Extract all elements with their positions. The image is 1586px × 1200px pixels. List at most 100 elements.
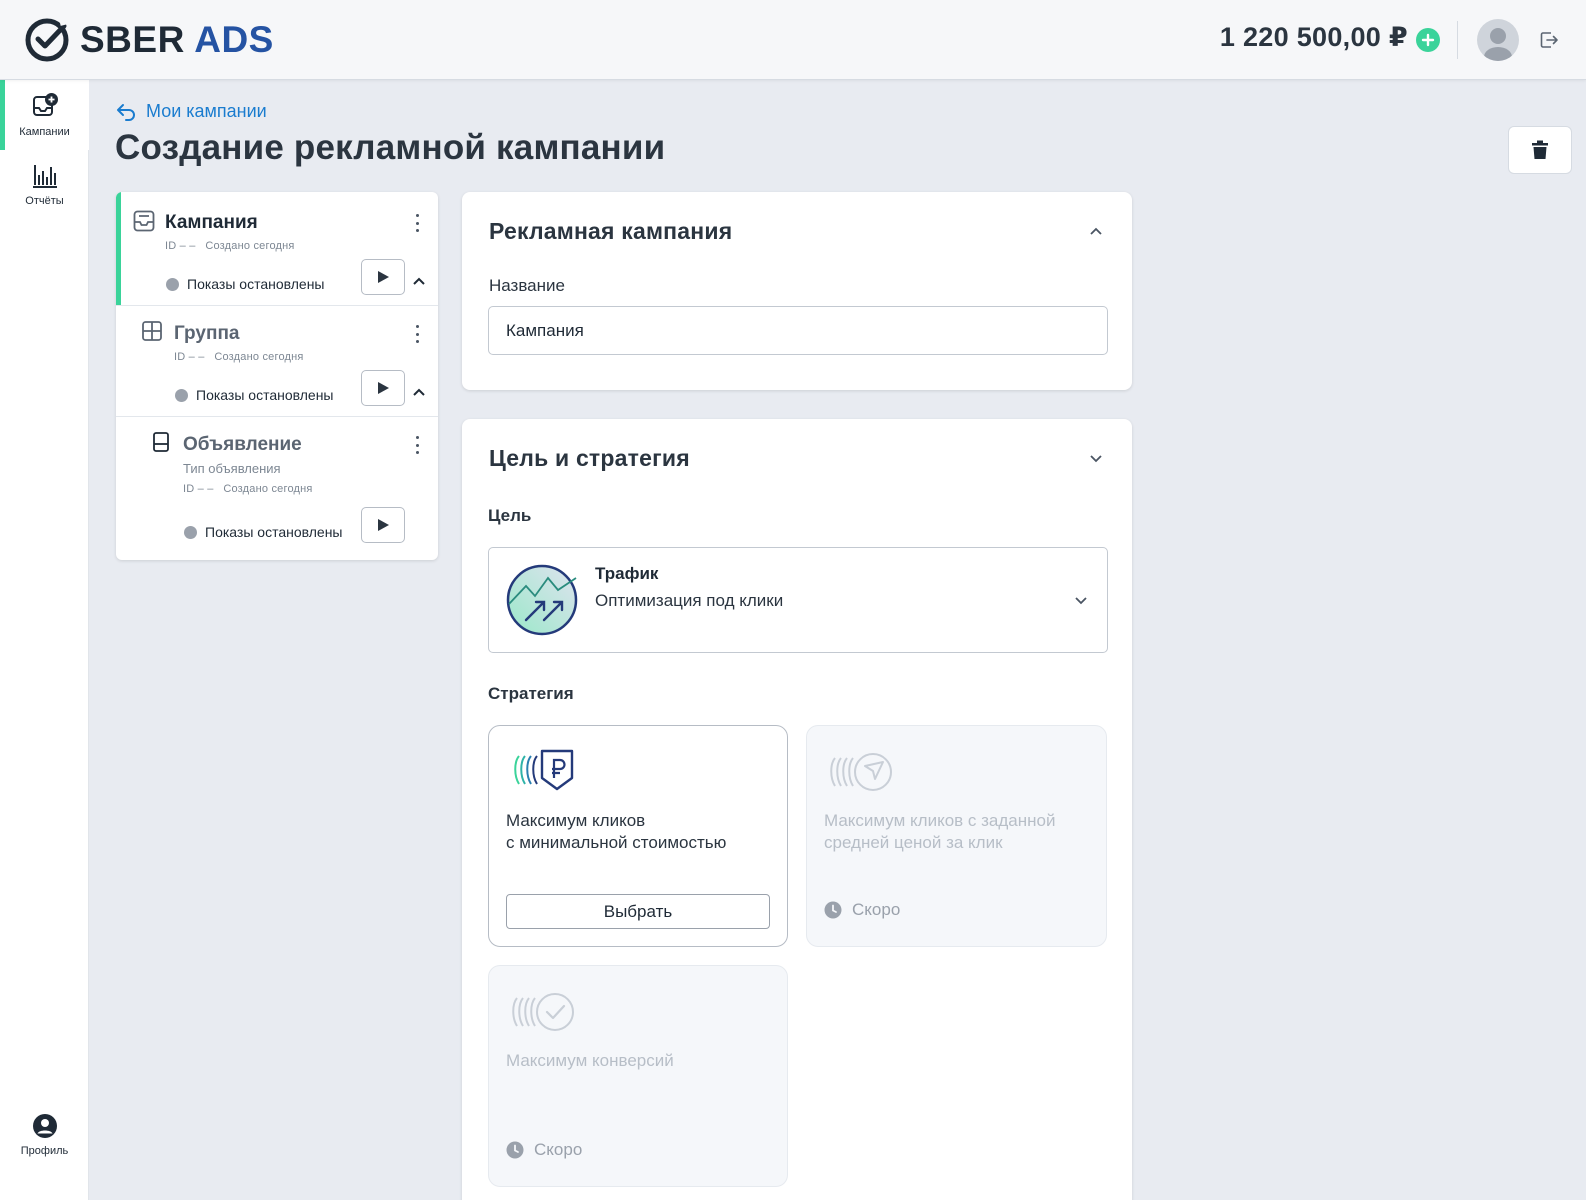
breadcrumb-label: Мои кампании — [146, 101, 267, 121]
back-arrow-icon — [117, 103, 135, 121]
campaigns-add-icon — [32, 93, 58, 116]
campaign-id-value: ID – – — [165, 240, 196, 252]
profile-icon — [32, 1114, 57, 1138]
play-icon — [378, 271, 389, 283]
tree-node-group-status: Показы остановлены — [175, 387, 334, 403]
ad-created: Создано сегодня — [223, 483, 313, 495]
breadcrumb-back-link[interactable]: Мои кампании — [116, 101, 267, 122]
delete-button[interactable] — [1508, 126, 1572, 174]
tree-node-group-play-button[interactable] — [361, 370, 405, 406]
tree-node-campaign-title: Кампания — [165, 212, 258, 233]
goal-title: Трафик — [595, 564, 659, 583]
strategy-max-conversions-text: Максимум конверсий — [506, 1051, 674, 1070]
logout-icon — [1540, 32, 1558, 48]
tree-node-ad-status: Показы остановлены — [184, 524, 343, 540]
name-field-label: Название — [489, 276, 565, 295]
logo-text-sber: SBER — [80, 19, 185, 60]
status-text: Показы остановлены — [196, 387, 334, 403]
account-balance: 1 220 500,00 ₽ — [1219, 22, 1408, 52]
strategy-min-cost-text: Максимум кликов с минимальной стоимостью — [506, 810, 726, 854]
tree-node-group-id: ID – – Создано сегодня — [174, 351, 304, 363]
sidebar-item-profile[interactable]: Профиль — [0, 1100, 89, 1170]
campaign-card-title: Рекламная кампания — [489, 218, 733, 244]
trash-icon — [1532, 140, 1548, 159]
add-balance-button[interactable] — [1416, 28, 1440, 52]
group-created: Создано сегодня — [214, 351, 304, 363]
sidebar-item-campaigns-label: Кампании — [19, 126, 70, 138]
strategy-avg-cpc-text: Максимум кликов с заданной средней ценой … — [824, 810, 1055, 854]
goal-label: Цель — [488, 506, 532, 525]
play-icon — [378, 382, 389, 394]
check-signal-icon — [512, 993, 574, 1031]
campaign-name-input[interactable]: Кампания — [488, 306, 1108, 355]
status-text: Показы остановлены — [187, 276, 325, 292]
strategy-avg-cpc-soon: Скоро — [824, 900, 900, 920]
goal-strategy-card: Цель и стратегия Цель Трафик Оптимизация… — [462, 419, 1132, 1200]
group-id-value: ID – – — [174, 351, 205, 363]
tree-node-campaign-play-button[interactable] — [361, 259, 405, 295]
collapse-chevron-icon[interactable] — [413, 277, 425, 285]
ad-id-value: ID – – — [183, 483, 214, 495]
goal-strategy-card-title: Цель и стратегия — [489, 445, 690, 471]
collapse-chevron-icon[interactable] — [413, 388, 425, 396]
status-dot — [175, 388, 188, 402]
ad-card-icon — [153, 432, 169, 452]
strategy-card-min-cost[interactable]: Максимум кликов с минимальной стоимостью … — [488, 725, 788, 947]
tree-node-group[interactable]: Группа ID – – Создано сегодня Показы ост… — [116, 306, 438, 416]
strategy-min-cost-line1: Максимум кликов — [506, 811, 646, 830]
user-avatar[interactable] — [1477, 19, 1519, 61]
tree-node-ad-play-button[interactable] — [361, 507, 405, 543]
tree-node-campaign-menu-icon[interactable] — [414, 214, 420, 232]
tree-node-group-menu-icon[interactable] — [414, 325, 420, 343]
strategy-avg-cpc-line2: средней ценой за клик — [824, 833, 1003, 852]
strategy-max-conversions-soon: Скоро — [506, 1140, 582, 1160]
sber-ads-logo[interactable]: SBER ADS — [24, 16, 274, 64]
sidebar-item-reports[interactable]: Отчёты — [0, 150, 89, 220]
ruble-shield-icon — [514, 749, 574, 791]
chevron-up-icon[interactable] — [1090, 227, 1102, 235]
strategy-min-cost-line2: с минимальной стоимостью — [506, 833, 727, 852]
header-divider — [1457, 21, 1458, 59]
strategy-label: Стратегия — [488, 684, 574, 703]
campaign-structure-panel: Кампания ID – – Создано сегодня Показы о… — [116, 192, 438, 560]
page-title: Создание рекламной кампании — [115, 128, 666, 167]
user-placeholder-icon — [1484, 28, 1512, 61]
cursor-signal-icon — [830, 753, 892, 791]
status-dot — [184, 525, 197, 539]
campaign-created: Создано сегодня — [205, 240, 295, 252]
grid-icon — [142, 321, 162, 341]
tree-node-ad-title: Объявление — [183, 434, 302, 455]
strategy-avg-cpc-line1: Максимум кликов с заданной — [824, 811, 1056, 830]
campaign-card: Рекламная кампания Название Кампания — [462, 192, 1132, 390]
goal-select[interactable]: Трафик Оптимизация под клики — [488, 547, 1108, 653]
left-sidebar: Кампании Отчёты Профиль — [0, 80, 89, 1200]
traffic-goal-icon — [506, 564, 578, 636]
logout-button[interactable] — [1538, 29, 1560, 56]
tree-node-ad-menu-icon[interactable] — [414, 436, 420, 454]
tree-node-ad[interactable]: Объявление Тип объявления ID – – Создано… — [116, 417, 438, 560]
tree-node-group-title: Группа — [174, 323, 240, 344]
tree-node-campaign-id: ID – – Создано сегодня — [165, 240, 295, 252]
play-icon — [378, 519, 389, 531]
plus-icon — [1421, 33, 1435, 47]
strategy-card-avg-cpc: Максимум кликов с заданной средней ценой … — [806, 725, 1107, 947]
tree-node-ad-id: ID – – Создано сегодня — [183, 483, 313, 495]
choose-strategy-button[interactable]: Выбрать — [506, 894, 770, 929]
sidebar-item-campaigns[interactable]: Кампании — [0, 80, 89, 150]
logo-text: SBER ADS — [80, 19, 274, 61]
logo-text-ads: ADS — [194, 19, 274, 60]
clock-icon — [506, 1141, 524, 1159]
tree-node-campaign[interactable]: Кампания ID – – Создано сегодня Показы о… — [116, 192, 438, 305]
inbox-icon — [133, 210, 155, 232]
bar-chart-icon — [32, 165, 57, 188]
sber-check-logo-icon — [25, 18, 69, 62]
status-dot — [166, 277, 179, 291]
chevron-down-icon — [1075, 597, 1087, 605]
goal-subtitle: Оптимизация под клики — [595, 591, 784, 610]
soon-label: Скоро — [534, 1140, 583, 1159]
chevron-down-icon[interactable] — [1090, 455, 1102, 463]
top-header: SBER ADS 1 220 500,00 ₽ — [0, 0, 1586, 80]
status-text: Показы остановлены — [205, 524, 343, 540]
clock-icon — [824, 901, 842, 919]
tree-node-ad-type: Тип объявления — [183, 461, 281, 476]
